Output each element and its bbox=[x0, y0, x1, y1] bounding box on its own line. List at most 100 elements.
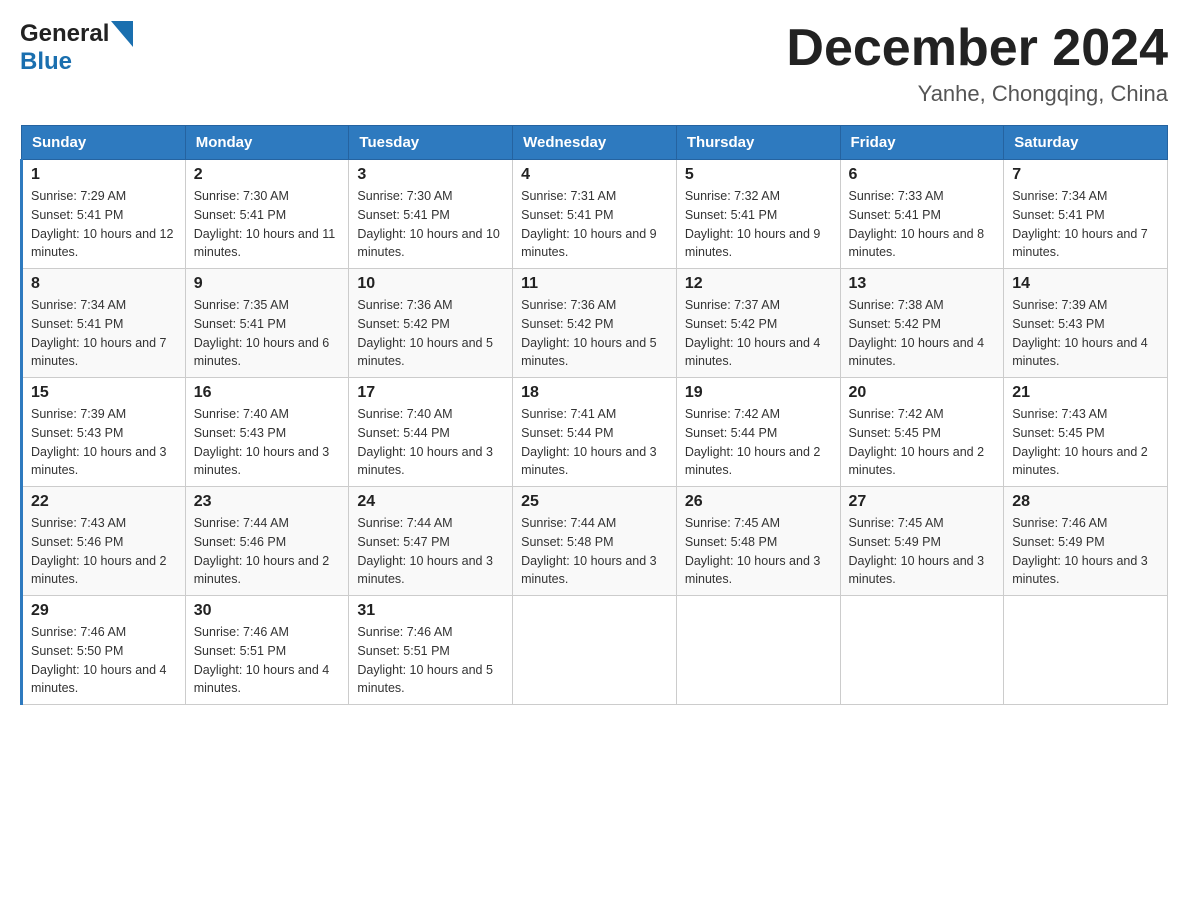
table-row: 30 Sunrise: 7:46 AMSunset: 5:51 PMDaylig… bbox=[185, 596, 349, 705]
calendar-week-row: 1 Sunrise: 7:29 AMSunset: 5:41 PMDayligh… bbox=[22, 160, 1168, 269]
day-info: Sunrise: 7:43 AMSunset: 5:46 PMDaylight:… bbox=[31, 514, 177, 589]
day-number: 1 bbox=[31, 166, 177, 184]
table-row: 9 Sunrise: 7:35 AMSunset: 5:41 PMDayligh… bbox=[185, 269, 349, 378]
day-number: 25 bbox=[521, 493, 668, 511]
table-row: 3 Sunrise: 7:30 AMSunset: 5:41 PMDayligh… bbox=[349, 160, 513, 269]
table-row: 12 Sunrise: 7:37 AMSunset: 5:42 PMDaylig… bbox=[676, 269, 840, 378]
day-info: Sunrise: 7:44 AMSunset: 5:47 PMDaylight:… bbox=[357, 514, 504, 589]
day-info: Sunrise: 7:39 AMSunset: 5:43 PMDaylight:… bbox=[31, 405, 177, 480]
calendar-header-row: Sunday Monday Tuesday Wednesday Thursday… bbox=[22, 126, 1168, 160]
day-number: 16 bbox=[194, 384, 341, 402]
day-info: Sunrise: 7:45 AMSunset: 5:49 PMDaylight:… bbox=[849, 514, 996, 589]
table-row: 23 Sunrise: 7:44 AMSunset: 5:46 PMDaylig… bbox=[185, 487, 349, 596]
table-row: 14 Sunrise: 7:39 AMSunset: 5:43 PMDaylig… bbox=[1004, 269, 1168, 378]
logo-blue-text: Blue bbox=[20, 48, 72, 75]
table-row: 15 Sunrise: 7:39 AMSunset: 5:43 PMDaylig… bbox=[22, 378, 186, 487]
header-friday: Friday bbox=[840, 126, 1004, 160]
calendar-title-section: December 2024 Yanhe, Chongqing, China bbox=[786, 20, 1168, 107]
day-info: Sunrise: 7:38 AMSunset: 5:42 PMDaylight:… bbox=[849, 296, 996, 371]
day-info: Sunrise: 7:34 AMSunset: 5:41 PMDaylight:… bbox=[31, 296, 177, 371]
day-number: 26 bbox=[685, 493, 832, 511]
day-number: 4 bbox=[521, 166, 668, 184]
header-monday: Monday bbox=[185, 126, 349, 160]
table-row: 5 Sunrise: 7:32 AMSunset: 5:41 PMDayligh… bbox=[676, 160, 840, 269]
day-number: 9 bbox=[194, 275, 341, 293]
calendar-week-row: 8 Sunrise: 7:34 AMSunset: 5:41 PMDayligh… bbox=[22, 269, 1168, 378]
day-info: Sunrise: 7:40 AMSunset: 5:43 PMDaylight:… bbox=[194, 405, 341, 480]
day-info: Sunrise: 7:46 AMSunset: 5:49 PMDaylight:… bbox=[1012, 514, 1159, 589]
day-number: 12 bbox=[685, 275, 832, 293]
day-info: Sunrise: 7:36 AMSunset: 5:42 PMDaylight:… bbox=[521, 296, 668, 371]
day-info: Sunrise: 7:32 AMSunset: 5:41 PMDaylight:… bbox=[685, 187, 832, 262]
day-info: Sunrise: 7:42 AMSunset: 5:45 PMDaylight:… bbox=[849, 405, 996, 480]
table-row: 21 Sunrise: 7:43 AMSunset: 5:45 PMDaylig… bbox=[1004, 378, 1168, 487]
table-row: 28 Sunrise: 7:46 AMSunset: 5:49 PMDaylig… bbox=[1004, 487, 1168, 596]
table-row bbox=[513, 596, 677, 705]
day-number: 31 bbox=[357, 602, 504, 620]
day-number: 24 bbox=[357, 493, 504, 511]
day-info: Sunrise: 7:46 AMSunset: 5:50 PMDaylight:… bbox=[31, 623, 177, 698]
table-row: 17 Sunrise: 7:40 AMSunset: 5:44 PMDaylig… bbox=[349, 378, 513, 487]
table-row: 2 Sunrise: 7:30 AMSunset: 5:41 PMDayligh… bbox=[185, 160, 349, 269]
day-number: 3 bbox=[357, 166, 504, 184]
day-info: Sunrise: 7:46 AMSunset: 5:51 PMDaylight:… bbox=[194, 623, 341, 698]
day-number: 28 bbox=[1012, 493, 1159, 511]
day-info: Sunrise: 7:35 AMSunset: 5:41 PMDaylight:… bbox=[194, 296, 341, 371]
table-row: 26 Sunrise: 7:45 AMSunset: 5:48 PMDaylig… bbox=[676, 487, 840, 596]
day-info: Sunrise: 7:42 AMSunset: 5:44 PMDaylight:… bbox=[685, 405, 832, 480]
table-row: 7 Sunrise: 7:34 AMSunset: 5:41 PMDayligh… bbox=[1004, 160, 1168, 269]
day-number: 13 bbox=[849, 275, 996, 293]
day-info: Sunrise: 7:39 AMSunset: 5:43 PMDaylight:… bbox=[1012, 296, 1159, 371]
table-row: 20 Sunrise: 7:42 AMSunset: 5:45 PMDaylig… bbox=[840, 378, 1004, 487]
table-row: 4 Sunrise: 7:31 AMSunset: 5:41 PMDayligh… bbox=[513, 160, 677, 269]
table-row: 31 Sunrise: 7:46 AMSunset: 5:51 PMDaylig… bbox=[349, 596, 513, 705]
table-row: 19 Sunrise: 7:42 AMSunset: 5:44 PMDaylig… bbox=[676, 378, 840, 487]
day-info: Sunrise: 7:31 AMSunset: 5:41 PMDaylight:… bbox=[521, 187, 668, 262]
day-number: 11 bbox=[521, 275, 668, 293]
day-number: 10 bbox=[357, 275, 504, 293]
day-number: 5 bbox=[685, 166, 832, 184]
logo-arrow-icon bbox=[111, 21, 133, 47]
day-info: Sunrise: 7:44 AMSunset: 5:48 PMDaylight:… bbox=[521, 514, 668, 589]
day-info: Sunrise: 7:45 AMSunset: 5:48 PMDaylight:… bbox=[685, 514, 832, 589]
table-row bbox=[840, 596, 1004, 705]
day-number: 8 bbox=[31, 275, 177, 293]
header-sunday: Sunday bbox=[22, 126, 186, 160]
table-row: 13 Sunrise: 7:38 AMSunset: 5:42 PMDaylig… bbox=[840, 269, 1004, 378]
day-number: 6 bbox=[849, 166, 996, 184]
header-wednesday: Wednesday bbox=[513, 126, 677, 160]
header-thursday: Thursday bbox=[676, 126, 840, 160]
day-number: 7 bbox=[1012, 166, 1159, 184]
table-row: 16 Sunrise: 7:40 AMSunset: 5:43 PMDaylig… bbox=[185, 378, 349, 487]
day-number: 30 bbox=[194, 602, 341, 620]
day-number: 23 bbox=[194, 493, 341, 511]
table-row bbox=[676, 596, 840, 705]
calendar-week-row: 29 Sunrise: 7:46 AMSunset: 5:50 PMDaylig… bbox=[22, 596, 1168, 705]
table-row: 25 Sunrise: 7:44 AMSunset: 5:48 PMDaylig… bbox=[513, 487, 677, 596]
calendar-subtitle: Yanhe, Chongqing, China bbox=[786, 81, 1168, 107]
table-row: 18 Sunrise: 7:41 AMSunset: 5:44 PMDaylig… bbox=[513, 378, 677, 487]
day-number: 21 bbox=[1012, 384, 1159, 402]
page-header: General Blue December 2024 Yanhe, Chongq… bbox=[20, 20, 1168, 107]
day-number: 20 bbox=[849, 384, 996, 402]
day-number: 29 bbox=[31, 602, 177, 620]
day-info: Sunrise: 7:44 AMSunset: 5:46 PMDaylight:… bbox=[194, 514, 341, 589]
day-number: 15 bbox=[31, 384, 177, 402]
table-row: 27 Sunrise: 7:45 AMSunset: 5:49 PMDaylig… bbox=[840, 487, 1004, 596]
table-row: 6 Sunrise: 7:33 AMSunset: 5:41 PMDayligh… bbox=[840, 160, 1004, 269]
day-number: 14 bbox=[1012, 275, 1159, 293]
day-info: Sunrise: 7:40 AMSunset: 5:44 PMDaylight:… bbox=[357, 405, 504, 480]
day-info: Sunrise: 7:30 AMSunset: 5:41 PMDaylight:… bbox=[194, 187, 341, 262]
logo-general-text: General bbox=[20, 20, 109, 48]
day-info: Sunrise: 7:37 AMSunset: 5:42 PMDaylight:… bbox=[685, 296, 832, 371]
day-number: 2 bbox=[194, 166, 341, 184]
table-row: 22 Sunrise: 7:43 AMSunset: 5:46 PMDaylig… bbox=[22, 487, 186, 596]
header-saturday: Saturday bbox=[1004, 126, 1168, 160]
table-row bbox=[1004, 596, 1168, 705]
day-number: 27 bbox=[849, 493, 996, 511]
table-row: 24 Sunrise: 7:44 AMSunset: 5:47 PMDaylig… bbox=[349, 487, 513, 596]
calendar-table: Sunday Monday Tuesday Wednesday Thursday… bbox=[20, 125, 1168, 705]
day-info: Sunrise: 7:33 AMSunset: 5:41 PMDaylight:… bbox=[849, 187, 996, 262]
logo: General Blue bbox=[20, 20, 135, 76]
day-info: Sunrise: 7:34 AMSunset: 5:41 PMDaylight:… bbox=[1012, 187, 1159, 262]
